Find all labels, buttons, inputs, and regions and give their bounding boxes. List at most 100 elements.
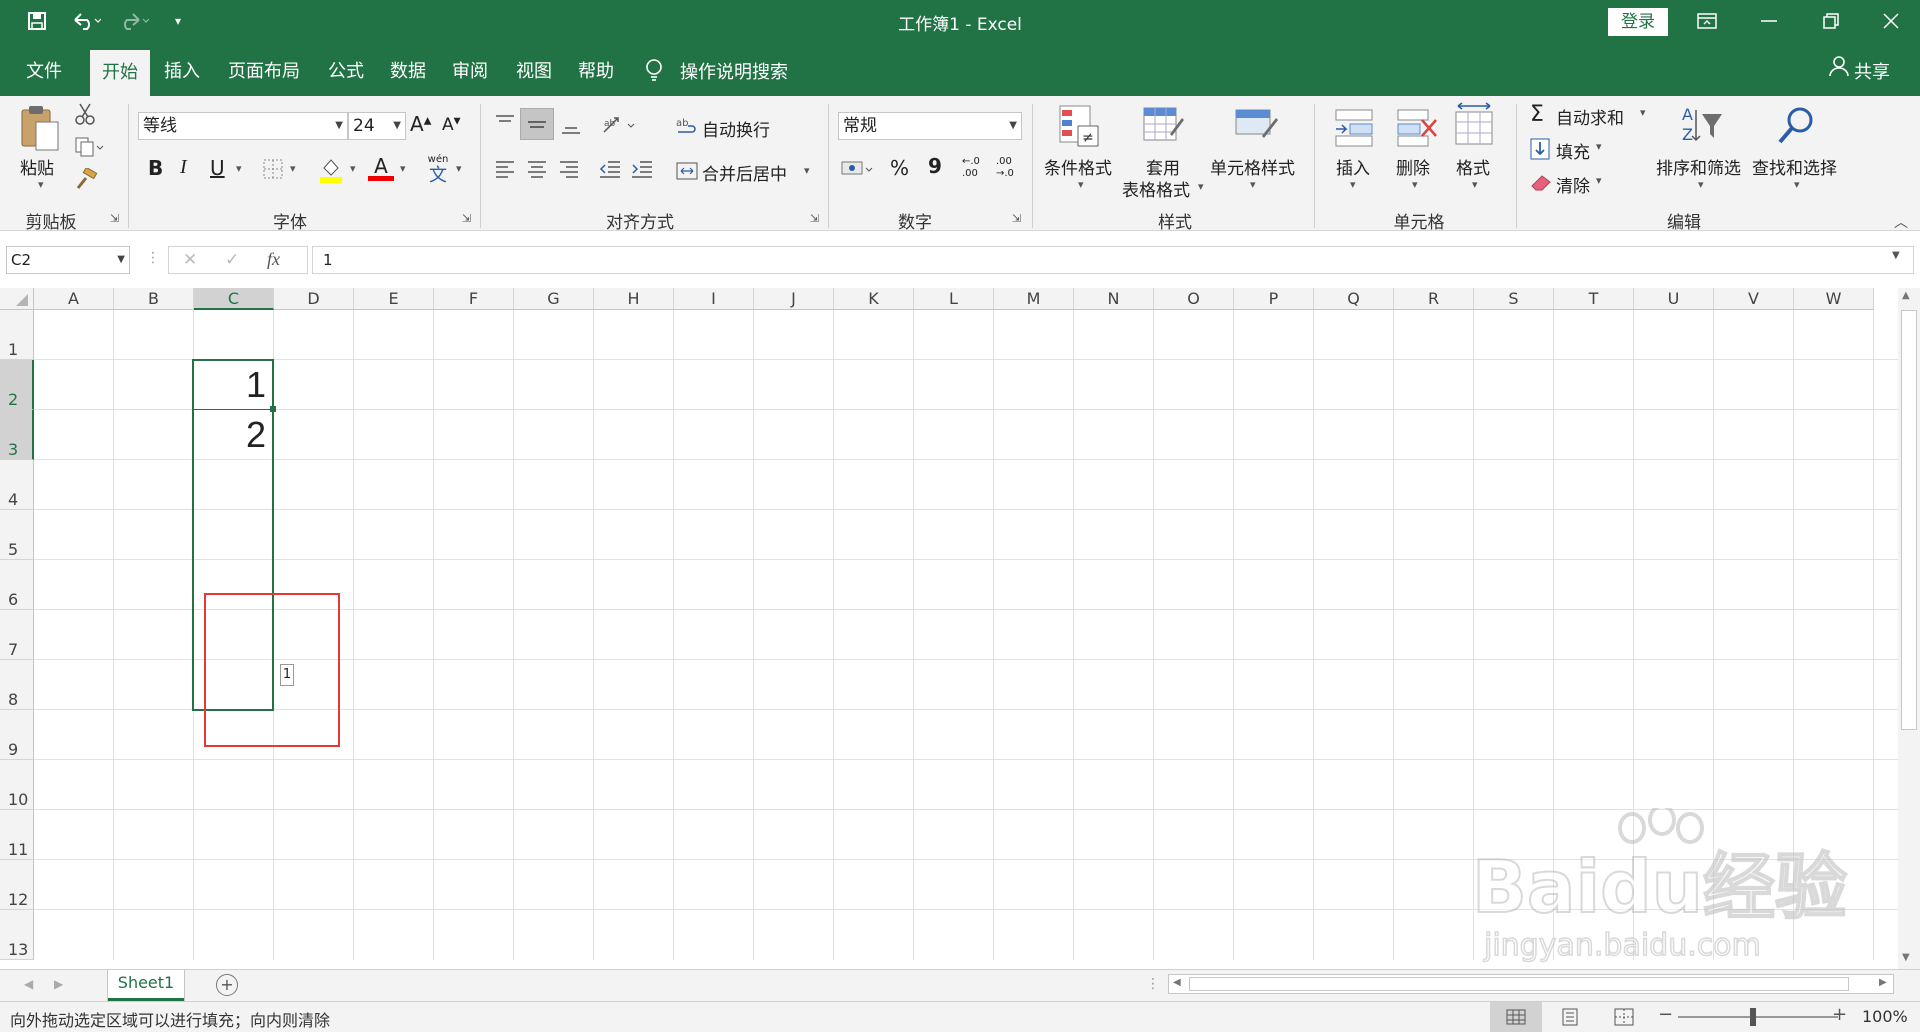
fill-button[interactable]: 填充 [1556, 138, 1590, 163]
column-header-m[interactable]: M [994, 288, 1074, 310]
scroll-up-icon[interactable]: ▲ [1902, 290, 1910, 301]
comma-style-button[interactable]: 9 [928, 154, 942, 178]
row-header-7[interactable]: 7 [0, 610, 34, 660]
page-layout-view-icon[interactable] [1560, 1008, 1580, 1030]
autosum-icon[interactable]: Σ [1530, 102, 1544, 127]
tab-data[interactable]: 数据 [378, 42, 438, 96]
align-center-icon[interactable] [526, 158, 548, 184]
align-middle-button[interactable] [520, 108, 554, 140]
font-color-button[interactable]: A [368, 154, 394, 181]
cut-icon[interactable] [74, 102, 96, 130]
number-format-select[interactable]: 常规 ▼ [838, 112, 1022, 140]
fill-handle[interactable] [270, 406, 276, 412]
expand-formula-bar-icon[interactable]: ▼ [1892, 250, 1900, 261]
zoom-in-button[interactable]: + [1832, 1004, 1847, 1025]
sheet-tab-sheet1[interactable]: Sheet1 [108, 970, 184, 1001]
confirm-entry-icon[interactable]: ✓ [225, 250, 239, 270]
delete-cells-icon[interactable] [1394, 104, 1438, 152]
formula-input[interactable]: 1 [312, 246, 1914, 274]
column-header-w[interactable]: W [1794, 288, 1874, 310]
add-sheet-icon[interactable]: + [216, 974, 238, 996]
vertical-scrollbar[interactable]: ▲ ▼ [1898, 288, 1920, 969]
collapse-ribbon-icon[interactable]: ︿ [1894, 212, 1908, 232]
eraser-icon[interactable] [1530, 172, 1552, 196]
select-all-corner[interactable] [0, 288, 34, 310]
find-select-dropdown-icon[interactable]: ▾ [1794, 178, 1800, 191]
percent-style-button[interactable]: % [890, 156, 909, 180]
insert-function-button[interactable]: fx [267, 249, 280, 270]
row-header-9[interactable]: 9 [0, 710, 34, 760]
paste-dropdown-icon[interactable]: ▾ [38, 178, 44, 191]
find-select-button[interactable]: 查找和选择 [1752, 154, 1837, 179]
decrease-indent-icon[interactable] [598, 158, 622, 184]
row-header-13[interactable]: 13 [0, 910, 34, 960]
column-header-i[interactable]: I [674, 288, 754, 310]
delete-dropdown-icon[interactable]: ▾ [1412, 178, 1418, 191]
orientation-icon[interactable]: ab [600, 114, 640, 140]
cancel-entry-icon[interactable]: ✕ [183, 250, 197, 270]
column-header-v[interactable]: V [1714, 288, 1794, 310]
vertical-scroll-thumb[interactable] [1901, 310, 1917, 730]
column-header-o[interactable]: O [1154, 288, 1234, 310]
row-header-8[interactable]: 8 [0, 660, 34, 710]
zoom-slider-track[interactable] [1678, 1016, 1838, 1018]
row-header-12[interactable]: 12 [0, 860, 34, 910]
conditional-formatting-button[interactable]: 条件格式 [1044, 154, 1112, 179]
align-top-icon[interactable] [494, 114, 516, 136]
align-left-icon[interactable] [494, 158, 516, 184]
scroll-right-icon[interactable]: ▶ [1879, 977, 1887, 988]
page-break-view-icon[interactable] [1614, 1008, 1634, 1030]
column-header-a[interactable]: A [34, 288, 114, 310]
tell-me-search[interactable]: 操作说明搜索 [680, 58, 788, 84]
row-header-10[interactable]: 10 [0, 760, 34, 810]
format-dropdown-icon[interactable]: ▾ [1472, 178, 1478, 191]
font-launcher-icon[interactable]: ⇲ [462, 212, 471, 225]
format-as-table-dropdown-icon[interactable]: ▾ [1198, 180, 1204, 193]
row-header-6[interactable]: 6 [0, 560, 34, 610]
column-header-j[interactable]: J [754, 288, 834, 310]
scroll-down-icon[interactable]: ▼ [1902, 952, 1910, 963]
splitter-grip-icon[interactable]: ⋮ [1146, 976, 1160, 992]
scroll-left-icon[interactable]: ◀ [1173, 977, 1181, 988]
column-header-g[interactable]: G [514, 288, 594, 310]
autosum-dropdown-icon[interactable]: ▾ [1640, 106, 1646, 119]
alignment-launcher-icon[interactable]: ⇲ [810, 212, 819, 225]
column-header-s[interactable]: S [1474, 288, 1554, 310]
fill-color-icon[interactable] [318, 156, 344, 188]
font-color-dropdown-icon[interactable]: ▾ [400, 162, 406, 175]
number-launcher-icon[interactable]: ⇲ [1012, 212, 1021, 225]
paste-button[interactable]: 粘贴 [20, 154, 54, 179]
delete-cells-button[interactable]: 删除 [1396, 154, 1430, 179]
conditional-formatting-dropdown-icon[interactable]: ▾ [1078, 178, 1084, 191]
format-cells-icon[interactable] [1452, 100, 1496, 152]
name-box[interactable]: C2 ▼ [6, 246, 130, 274]
column-header-n[interactable]: N [1074, 288, 1154, 310]
wrap-text-button[interactable]: 自动换行 [702, 116, 770, 141]
worksheet-grid[interactable]: A B C D E F G H I J K L M N O P Q R S T … [0, 288, 1920, 969]
decrease-decimal-button[interactable]: .00 →.0 [996, 156, 1014, 180]
column-header-c[interactable]: C [194, 288, 274, 310]
tab-formulas[interactable]: 公式 [316, 42, 376, 96]
fill-color-dropdown-icon[interactable]: ▾ [350, 162, 356, 175]
format-cells-button[interactable]: 格式 [1456, 154, 1490, 179]
tab-file[interactable]: 文件 [14, 42, 74, 96]
row-header-11[interactable]: 11 [0, 810, 34, 860]
horizontal-scroll-thumb[interactable] [1189, 977, 1849, 991]
column-header-l[interactable]: L [914, 288, 994, 310]
column-header-e[interactable]: E [354, 288, 434, 310]
italic-button[interactable]: I [180, 156, 187, 179]
tab-insert[interactable]: 插入 [152, 42, 212, 96]
cell-styles-dropdown-icon[interactable]: ▾ [1250, 178, 1256, 191]
underline-dropdown-icon[interactable]: ▾ [236, 162, 242, 175]
font-size-select[interactable]: 24 ▼ [348, 112, 406, 140]
accounting-format-icon[interactable] [840, 158, 876, 184]
row-header-1[interactable]: 1 [0, 310, 34, 360]
share-button[interactable]: 共享 [1854, 58, 1890, 84]
column-header-d[interactable]: D [274, 288, 354, 310]
borders-dropdown-icon[interactable]: ▾ [290, 162, 296, 175]
autosum-button[interactable]: 自动求和 [1556, 104, 1624, 129]
prev-sheet-icon[interactable]: ◀ [24, 977, 33, 991]
login-button[interactable]: 登录 [1608, 8, 1668, 36]
shrink-font-button[interactable]: A▼ [442, 115, 461, 135]
tab-help[interactable]: 帮助 [566, 42, 626, 96]
